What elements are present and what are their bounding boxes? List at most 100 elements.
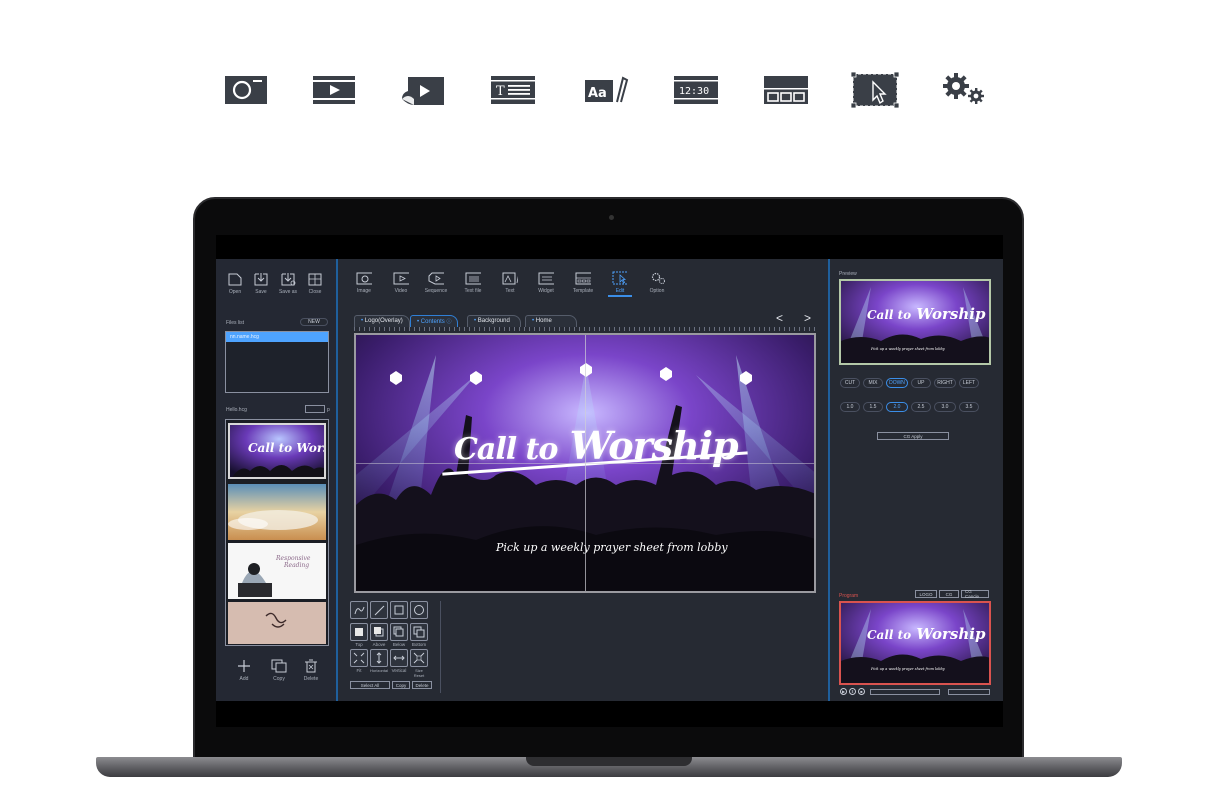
save-as-button[interactable]: Save as xyxy=(276,272,300,295)
speed-3-0-button[interactable]: 3.0 xyxy=(934,402,956,412)
widget-clock-text: 12:30 xyxy=(679,86,709,97)
vertical-center-icon[interactable] xyxy=(390,649,408,667)
new-file-button[interactable]: NEW xyxy=(300,318,328,326)
copy-object-button[interactable]: Copy xyxy=(392,681,410,689)
cg-button[interactable]: CG xyxy=(939,590,959,598)
speed-1-5-button[interactable]: 1.5 xyxy=(863,402,883,412)
edit-tools: Top Above Below Bottom Fit Horizontal Ve… xyxy=(350,601,435,689)
send-backward-icon[interactable] xyxy=(390,623,408,641)
files-list-item[interactable]: nn.name.hcg xyxy=(226,332,328,342)
send-to-bottom-icon[interactable] xyxy=(410,623,428,641)
prev-page-button[interactable]: < xyxy=(776,311,783,325)
rectangle-tool-icon[interactable] xyxy=(390,601,408,619)
option-label: Option xyxy=(649,288,665,294)
copy-slide-button[interactable]: Copy xyxy=(267,659,291,682)
selection-buttons: Select All Copy Delete xyxy=(350,681,435,689)
speed-3-5-button[interactable]: 3.5 xyxy=(959,402,979,412)
video-label: Video xyxy=(394,288,408,294)
laptop-lid: Open Save Save as Close Files list NEW n… xyxy=(193,197,1024,759)
slide-thumb-2[interactable] xyxy=(228,484,326,540)
progress-bar[interactable] xyxy=(870,688,940,695)
toolbar-sequence-button[interactable]: Sequence xyxy=(424,271,448,294)
transition-cut-button[interactable]: CUT xyxy=(840,378,860,388)
tab-home[interactable]: • Home xyxy=(525,315,577,327)
slide-canvas[interactable]: Call to Worship Pick up a weekly prayer … xyxy=(354,333,816,593)
slide-subtitle[interactable]: Pick up a weekly prayer sheet from lobby xyxy=(496,541,728,554)
speed-1-0-button[interactable]: 1.0 xyxy=(840,402,860,412)
close-button[interactable]: Close xyxy=(303,272,327,295)
pause-icon[interactable]: Ⅱ xyxy=(849,688,856,695)
text-icon xyxy=(502,271,518,285)
widget-label: Widget xyxy=(538,288,554,294)
transition-buttons: CUT MIX DOWN UP RIGHT LEFT xyxy=(840,378,979,388)
toolbar-text-file-button[interactable]: Text file xyxy=(461,271,485,294)
slide-thumb-3[interactable]: Responsive Reading xyxy=(228,543,326,599)
sequence-icon xyxy=(428,271,444,285)
tab-logo-overlay[interactable]: • Logo(Overlay) xyxy=(354,315,410,327)
toolbar-image-button[interactable]: Image xyxy=(352,271,376,294)
fit-icon[interactable] xyxy=(350,649,368,667)
page-number-field[interactable] xyxy=(305,405,325,413)
slide-thumb-3-title: Responsive Reading xyxy=(276,555,311,569)
transition-mix-button[interactable]: MIX xyxy=(863,378,883,388)
copy-label: Copy xyxy=(273,676,285,682)
sequence-label: Sequence xyxy=(424,288,448,294)
transition-left-button[interactable]: LEFT xyxy=(959,378,979,388)
save-icon xyxy=(253,272,269,286)
files-list: nn.name.hcg xyxy=(225,331,329,393)
copy-icon xyxy=(271,659,287,673)
order-bottom-label: Bottom xyxy=(411,642,427,647)
fit-tools xyxy=(350,649,435,667)
tab-contents[interactable]: • Contents ⓘ xyxy=(410,315,459,327)
add-label: Add xyxy=(239,676,249,682)
speed-2-5-button[interactable]: 2.5 xyxy=(911,402,931,412)
tab-background[interactable]: • Background xyxy=(467,315,521,327)
play-icon[interactable]: ▶ xyxy=(840,688,847,695)
pen-tool-icon[interactable] xyxy=(350,601,368,619)
laptop-screen: Open Save Save as Close Files list NEW n… xyxy=(216,235,1003,727)
open-button[interactable]: Open xyxy=(223,272,247,295)
tools-divider xyxy=(440,601,441,693)
sequence-icon xyxy=(400,72,446,108)
shape-tools xyxy=(350,601,435,619)
timecode-field xyxy=(948,688,990,695)
slide-thumb-1-title: Call to Worship xyxy=(248,441,324,455)
toolbar-edit-button[interactable]: Edit xyxy=(608,271,632,297)
bring-forward-icon[interactable] xyxy=(370,623,388,641)
playback-controls: ▶ Ⅱ ■ xyxy=(840,688,990,695)
logo-button[interactable]: LOGO xyxy=(915,590,937,598)
save-button[interactable]: Save xyxy=(249,272,273,295)
order-above-label: Above xyxy=(372,642,386,647)
edit-select-icon xyxy=(851,72,899,108)
transition-up-button[interactable]: UP xyxy=(911,378,931,388)
slide-thumb-1[interactable]: Call to Worship xyxy=(228,423,326,479)
toolbar-widget-button[interactable]: Widget xyxy=(534,271,558,294)
speed-2-0-button[interactable]: 2.0 xyxy=(886,402,908,412)
toolbar-video-button[interactable]: Video xyxy=(389,271,413,294)
stop-icon[interactable]: ■ xyxy=(858,688,865,695)
delete-slide-button[interactable]: Delete xyxy=(299,659,323,682)
toolbar-text-button[interactable]: Text xyxy=(498,271,522,294)
files-list-label: Files list xyxy=(226,320,245,326)
toolbar-template-button[interactable]: Template xyxy=(571,271,595,294)
transition-right-button[interactable]: RIGHT xyxy=(934,378,956,388)
next-page-button[interactable]: > xyxy=(804,311,811,325)
toolbar-option-button[interactable]: Option xyxy=(645,271,669,294)
ellipse-tool-icon[interactable] xyxy=(410,601,428,619)
transition-down-button[interactable]: DOWN xyxy=(886,378,908,388)
bring-to-top-icon[interactable] xyxy=(350,623,368,641)
fit-label: Fit xyxy=(356,668,362,673)
vertical-guide xyxy=(585,335,586,591)
cg-apply-button[interactable]: CG Apply xyxy=(877,432,949,440)
size-reset-icon[interactable] xyxy=(410,649,428,667)
left-panel: Open Save Save as Close Files list NEW n… xyxy=(216,259,338,701)
svg-text:T: T xyxy=(496,84,505,99)
horizontal-center-icon[interactable] xyxy=(370,649,388,667)
select-all-button[interactable]: Select All xyxy=(350,681,390,689)
cg-cancel-button[interactable]: CG Cancle xyxy=(961,589,989,599)
add-slide-button[interactable]: Add xyxy=(232,659,256,682)
slide-thumb-4[interactable] xyxy=(228,602,326,644)
delete-object-button[interactable]: Delete xyxy=(412,681,432,689)
line-tool-icon[interactable] xyxy=(370,601,388,619)
preview-monitor: Call to Worship Pick up a weekly prayer … xyxy=(839,279,991,365)
